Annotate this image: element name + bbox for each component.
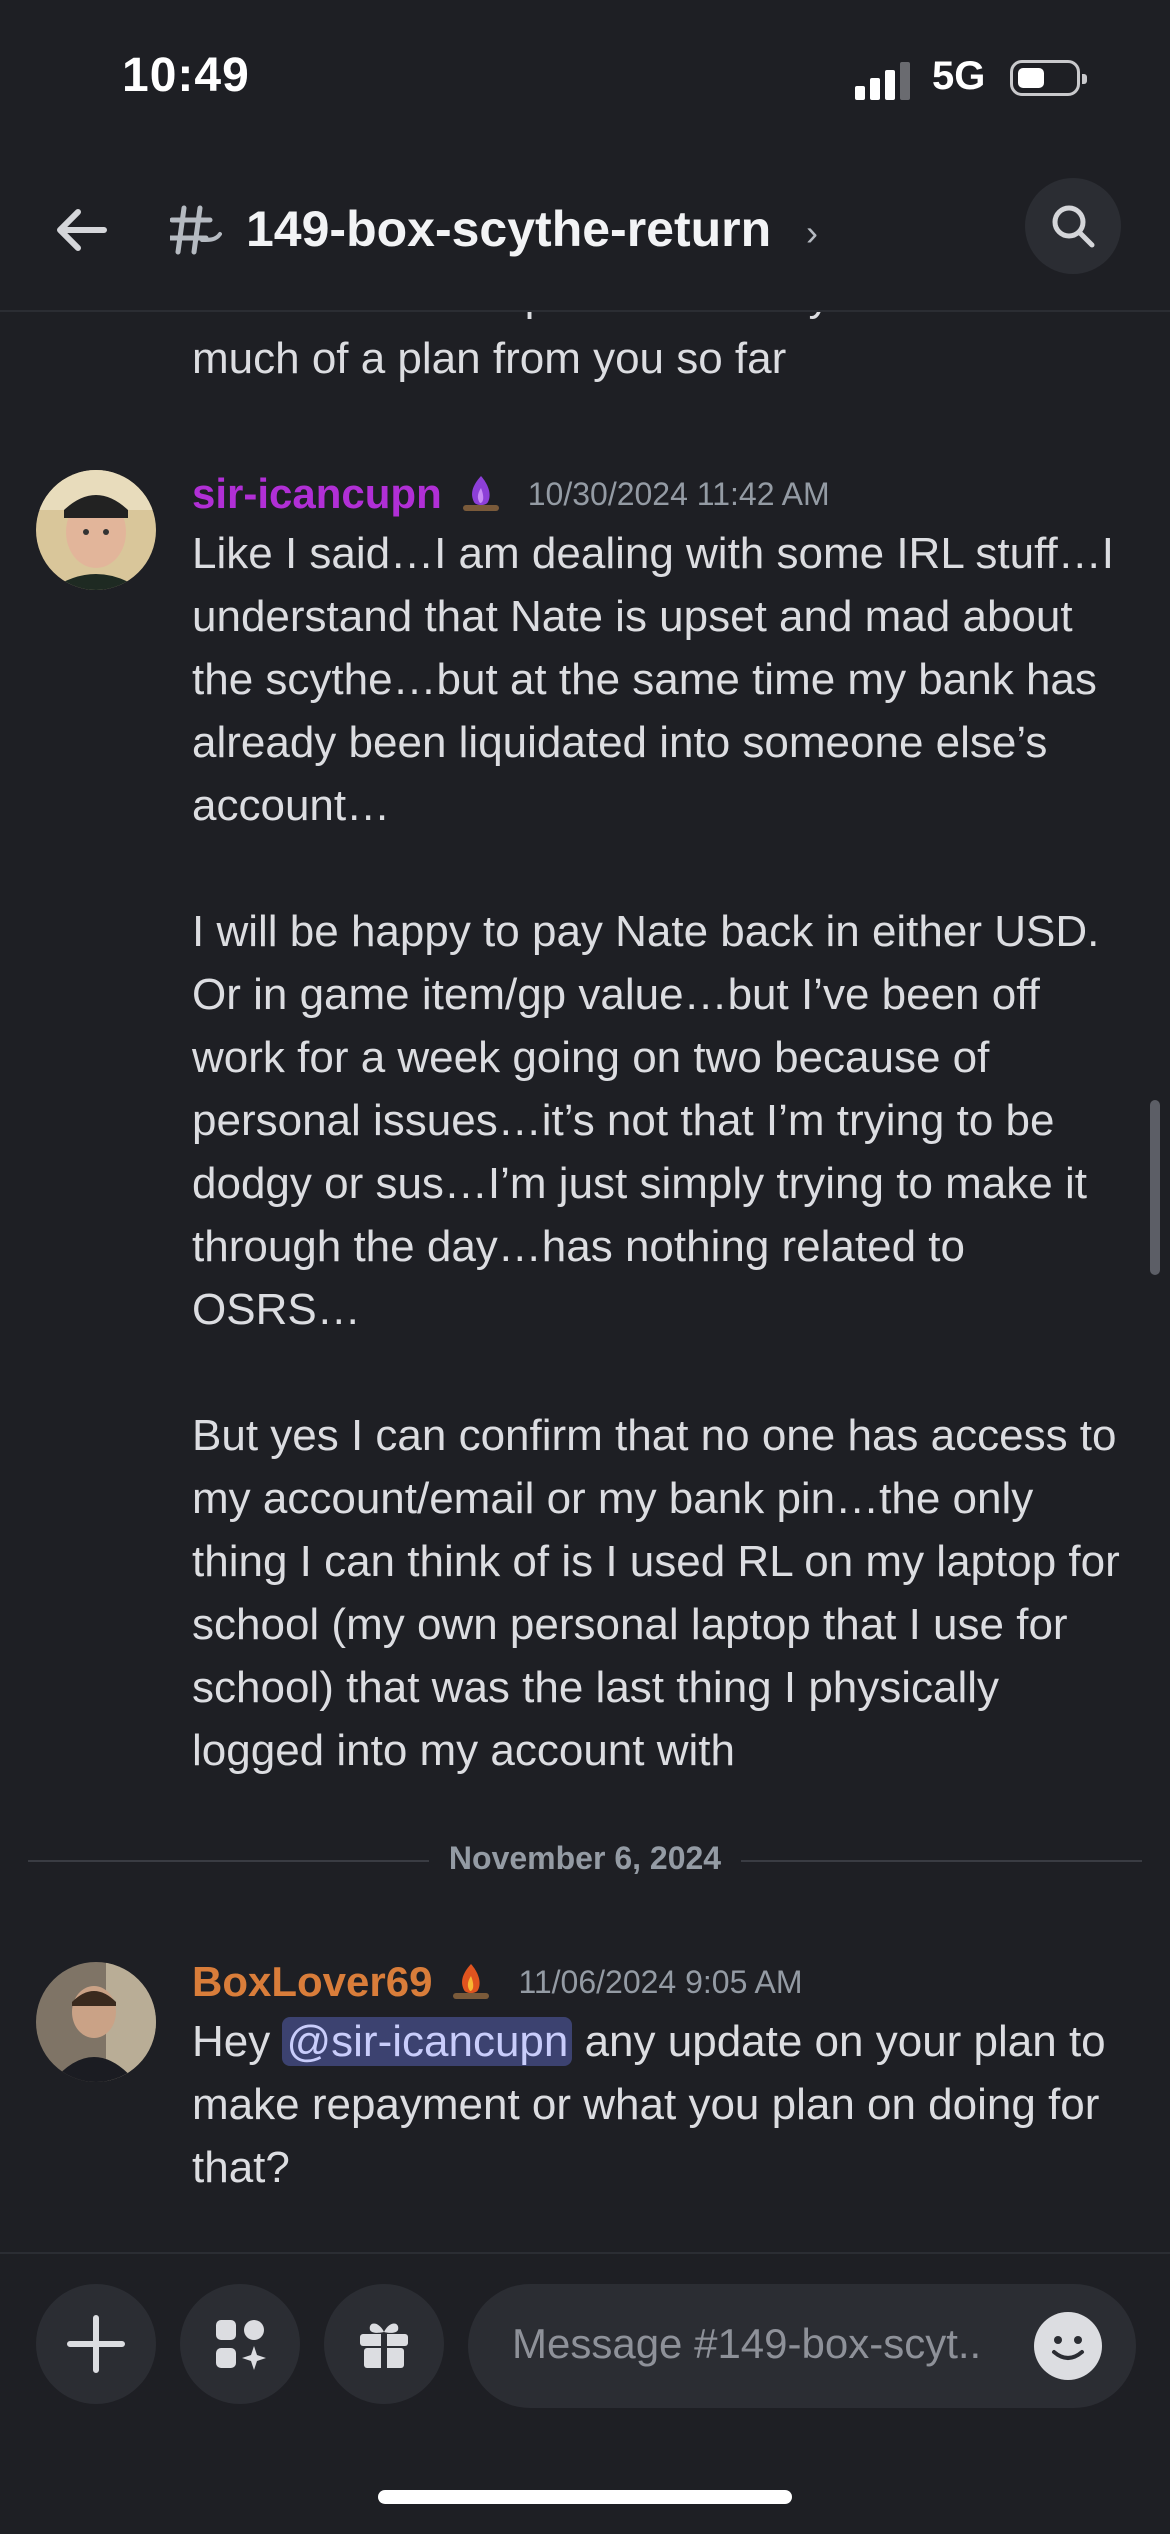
gift-button[interactable] — [324, 2284, 444, 2404]
signal-icon — [855, 60, 915, 100]
arrow-left-icon — [57, 209, 107, 251]
previous-message-text: ticket has been opened for 4 days now wi… — [192, 312, 1097, 383]
message-header: BoxLover69 11/06/2024 9:05 AM — [192, 1952, 803, 2012]
emoji-button[interactable] — [1034, 2312, 1102, 2380]
scrollbar[interactable] — [1150, 1100, 1160, 1275]
search-button[interactable] — [1025, 178, 1121, 274]
channel-header: 149-box-scythe-return › — [0, 150, 1170, 312]
message-timestamp: 11/06/2024 9:05 AM — [518, 1963, 803, 2000]
username[interactable]: BoxLover69 — [192, 1958, 432, 2006]
message-paragraph: Like I said…I am dealing with some IRL s… — [192, 529, 1114, 830]
plus-icon — [67, 2315, 125, 2373]
battery-icon — [1010, 60, 1087, 96]
chevron-right-icon[interactable]: › — [806, 212, 818, 254]
date-divider-label: November 6, 2024 — [428, 1840, 742, 1876]
message-input-placeholder: Message #149-box-scyt.. — [512, 2320, 982, 2367]
purple-flame-icon — [462, 476, 499, 511]
orange-flame-icon — [453, 1964, 490, 1999]
username[interactable]: sir-icancupn — [192, 470, 442, 518]
message-content: Like I said…I am dealing with some IRL s… — [192, 522, 1132, 1782]
network-label: 5G — [932, 54, 986, 98]
message-paragraph: But yes I can confirm that no one has ac… — [192, 1411, 1120, 1775]
channel-name[interactable]: 149-box-scythe-return — [246, 200, 771, 258]
home-indicator — [378, 2490, 792, 2504]
message-paragraph: I will be happy to pay Nate back in eith… — [192, 907, 1100, 1334]
message-input[interactable]: Message #149-box-scyt.. — [468, 2284, 1136, 2408]
avatar[interactable] — [36, 1962, 156, 2082]
gift-icon — [360, 2323, 408, 2370]
user-mention[interactable]: @sir-icancupn — [282, 2017, 573, 2066]
thread-hash-icon — [167, 202, 222, 258]
avatar[interactable] — [36, 470, 156, 590]
message-list[interactable]: ticket has been opened for 4 days now wi… — [0, 312, 1170, 2252]
emoji-icon — [1052, 2336, 1084, 2360]
apps-button[interactable] — [180, 2284, 300, 2404]
message-text: Hey — [192, 2017, 283, 2066]
message-timestamp: 10/30/2024 11:42 AM — [527, 475, 830, 512]
message-content: Hey @sir-icancupn any update on your pla… — [192, 2010, 1132, 2199]
status-bar: 10:49 5G — [0, 0, 1170, 150]
back-button[interactable] — [50, 198, 114, 262]
message-header: sir-icancupn 10/30/2024 11:42 AM — [192, 464, 830, 524]
status-time: 10:49 — [122, 49, 250, 102]
date-divider: November 6, 2024 — [28, 1840, 1142, 1880]
search-icon — [1052, 205, 1095, 248]
add-attachment-button[interactable] — [36, 2284, 156, 2404]
apps-icon — [216, 2320, 266, 2370]
